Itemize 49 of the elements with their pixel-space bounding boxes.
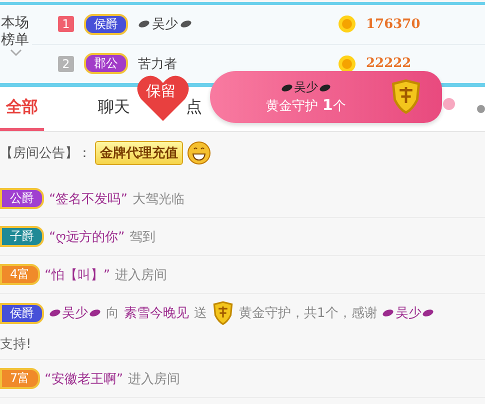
- level-badge: 4富: [0, 264, 40, 285]
- score: 176370: [366, 16, 420, 32]
- ranking-title: 本场榜单: [1, 15, 30, 49]
- guard-user-name: 吴少: [281, 79, 331, 96]
- lips-icon: [319, 84, 331, 92]
- guard-title: 黄金守护 1个: [266, 96, 346, 115]
- shield-icon: [212, 301, 234, 326]
- message-text: 向: [106, 305, 119, 322]
- user-name[interactable]: “怕【叫】”: [44, 266, 110, 284]
- message-text: 黄金守护，共1个，感谢: [239, 305, 378, 322]
- message-text: 支持!: [0, 336, 32, 354]
- shield-icon: [390, 79, 422, 114]
- user-name[interactable]: 吴少: [49, 304, 101, 322]
- noble-badge: 侯爵: [84, 14, 128, 35]
- lips-icon: [49, 309, 61, 318]
- user-name[interactable]: 吴少: [382, 304, 434, 322]
- level-badge: 公爵: [0, 188, 44, 209]
- announcement-label: 【房间公告】：: [0, 145, 91, 162]
- message-text: 驾到: [130, 228, 156, 246]
- message-text: 进入房间: [115, 266, 168, 284]
- coin-icon: [338, 54, 356, 73]
- lips-icon: [422, 309, 434, 318]
- lips-icon: [382, 309, 394, 318]
- chevron-down-icon[interactable]: [10, 49, 22, 57]
- user-name[interactable]: “ღ远方的你”: [49, 228, 125, 246]
- lips-icon: [138, 20, 150, 28]
- level-badge: 子爵: [0, 226, 44, 247]
- user-name[interactable]: “安徽老王啊”: [44, 370, 124, 388]
- tab[interactable]: 全部: [0, 87, 44, 131]
- message-text: 大驾光临: [132, 190, 184, 208]
- message-text: 进入房间: [128, 370, 180, 388]
- user-name[interactable]: 素雪今晚见: [124, 304, 189, 322]
- user-name: 吴少: [138, 15, 328, 34]
- announcement-badge[interactable]: 金牌代理充值: [95, 141, 183, 165]
- coin-icon: [338, 15, 356, 34]
- lips-icon: [180, 20, 192, 28]
- noble-badge: 郡公: [84, 53, 128, 74]
- grin-emoji-icon: [187, 141, 211, 165]
- level-badge: 7富: [0, 368, 40, 390]
- user-name: 苦力者: [138, 56, 178, 73]
- score: 22222: [366, 56, 412, 72]
- rank-number: 1: [58, 16, 74, 32]
- rank-number: 2: [58, 56, 74, 72]
- user-name[interactable]: “签名不发吗”: [49, 190, 128, 208]
- lips-icon: [89, 309, 101, 318]
- tab[interactable]: 聊天: [92, 87, 136, 131]
- message-text: 送: [194, 305, 207, 322]
- lips-icon: [281, 84, 293, 92]
- level-badge: 侯爵: [0, 302, 44, 324]
